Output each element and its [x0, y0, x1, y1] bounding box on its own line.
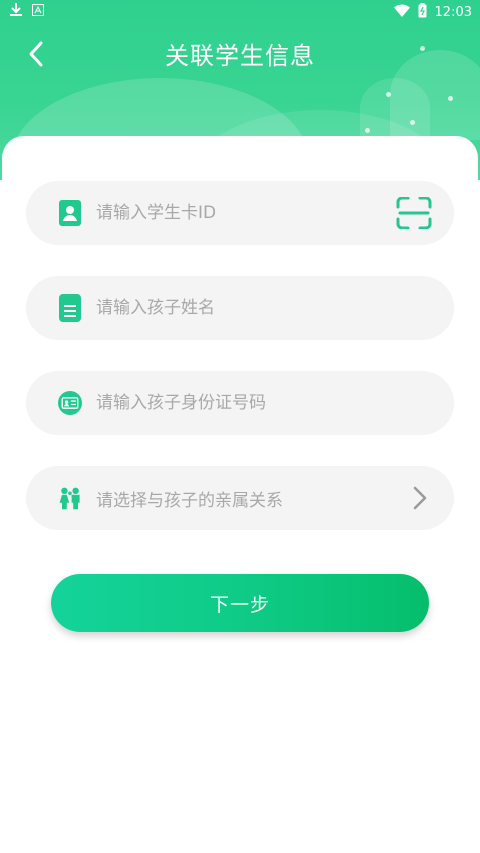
status-time: 12:03 — [434, 5, 472, 20]
id-card-icon — [58, 200, 82, 226]
download-icon — [10, 3, 22, 21]
student-card-input[interactable] — [96, 203, 394, 223]
scan-button[interactable] — [394, 193, 434, 233]
app-notify-icon — [32, 4, 44, 20]
child-id-number-input[interactable] — [96, 393, 454, 413]
scan-icon — [396, 197, 432, 229]
decor-dot — [365, 128, 370, 133]
wifi-icon — [393, 4, 410, 21]
id-badge-icon — [58, 391, 82, 415]
decor-cloud — [360, 78, 430, 138]
child-name-field[interactable] — [26, 276, 454, 340]
decor-dot — [410, 120, 415, 125]
battery-icon — [418, 3, 427, 22]
decor-dot — [386, 92, 391, 97]
relationship-placeholder: 请选择与孩子的亲属关系 — [96, 490, 283, 511]
page-title: 关联学生信息 — [165, 42, 315, 70]
chevron-right-icon — [408, 486, 432, 510]
next-step-button[interactable]: 下一步 — [51, 574, 429, 632]
relationship-select[interactable]: 请选择与孩子的亲属关系 — [26, 466, 454, 530]
decor-dot — [448, 96, 453, 101]
child-name-input[interactable] — [96, 298, 454, 318]
status-bar: 12:03 — [0, 0, 480, 22]
document-icon — [58, 294, 82, 322]
child-id-number-field[interactable] — [26, 371, 454, 435]
family-icon — [58, 486, 82, 510]
student-card-field[interactable] — [26, 181, 454, 245]
